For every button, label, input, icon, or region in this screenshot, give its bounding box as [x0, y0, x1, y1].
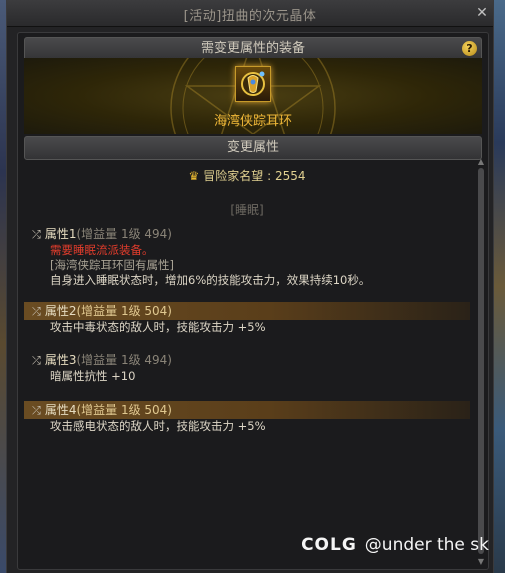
attribute-name: 属性1 [44, 227, 77, 241]
requirement-text: 需要睡眠流派装备。 [50, 243, 154, 257]
scroll-down-icon[interactable]: ▼ [477, 558, 485, 566]
shuffle-icon: ⤮ [32, 354, 41, 367]
shuffle-icon: ⤮ [32, 305, 41, 318]
attribute-block-2: ⤮ 属性2(增益量 1级 504) 攻击中毒状态的敌人时，技能攻击力 +5% [24, 302, 470, 335]
attribute-header-2[interactable]: ⤮ 属性2(增益量 1级 504) [24, 302, 470, 320]
colg-logo: COLG [301, 535, 357, 555]
equip-section-title: 需变更属性的装备 [200, 41, 305, 56]
attribute-block-3: ⤮ 属性3(增益量 1级 494) 暗属性抗性 +10 [24, 351, 470, 384]
attribute-header-4[interactable]: ⤮ 属性4(增益量 1级 504) [24, 401, 470, 419]
close-icon[interactable]: ✕ [475, 6, 489, 20]
change-section-header: 变更属性 [24, 136, 482, 160]
attribute-effect: 攻击中毒状态的敌人时，技能攻击力 +5% [50, 320, 266, 334]
help-icon[interactable]: ? [462, 41, 477, 56]
attribute-meta: (增益量 1级 504) [76, 304, 172, 318]
item-name: 海湾侠踪耳环 [213, 114, 292, 129]
watermark: COLG @under the sk [301, 535, 489, 555]
shuffle-icon: ⤮ [32, 404, 41, 417]
window-title: [活动]扭曲的次元晶体 [183, 9, 317, 24]
scroll-up-icon[interactable]: ▲ [477, 158, 485, 166]
attribute-meta: (增益量 1级 494) [76, 353, 172, 367]
scroll-thumb[interactable] [478, 168, 484, 554]
attribute-name: 属性2 [44, 304, 77, 318]
crystal-dialog: [活动]扭曲的次元晶体 ✕ 需变更属性的装备 ? 海湾侠踪耳环 变更属性 ♛ 冒… [6, 0, 494, 573]
fame-label: 冒险家名望 : 2554 [203, 169, 306, 183]
shuffle-icon: ⤮ [32, 228, 41, 241]
fame-icon: ♛ [188, 169, 200, 183]
attribute-effect: 自身进入睡眠状态时，增加6%的技能攻击力，效果持续10秒。 [50, 273, 371, 287]
attribute-block-4: ⤮ 属性4(增益量 1级 504) 攻击感电状态的敌人时，技能攻击力 +5% [24, 401, 470, 434]
attribute-effect: 暗属性抗性 +10 [50, 369, 136, 383]
earring-icon[interactable] [235, 66, 271, 102]
change-section-title: 变更属性 [226, 140, 279, 155]
attribute-list: ♛ 冒险家名望 : 2554 [睡眠] ⤮ 属性1(增益量 1级 494) 需要睡眠… [24, 161, 470, 561]
item-display-area: 海湾侠踪耳环 [24, 58, 482, 134]
attribute-header-3[interactable]: ⤮ 属性3(增益量 1级 494) [24, 351, 470, 369]
attribute-meta: (增益量 1级 504) [76, 403, 172, 417]
fixed-attribute-note: [海湾侠踪耳环固有属性] [50, 258, 174, 272]
attribute-name: 属性3 [44, 353, 77, 367]
scrollbar[interactable]: ▲ ▼ [477, 158, 485, 566]
fame-line: ♛ 冒险家名望 : 2554 [24, 167, 470, 184]
main-panel: 需变更属性的装备 ? 海湾侠踪耳环 变更属性 ♛ 冒险家名望: 2554 [睡… [17, 32, 489, 570]
attribute-meta: (增益量 1级 494) [76, 227, 172, 241]
titlebar[interactable]: [活动]扭曲的次元晶体 ✕ [7, 0, 493, 27]
watermark-handle: @under the sk [364, 535, 489, 555]
sleep-category-tag: [睡眠] [230, 203, 264, 217]
attribute-effect: 攻击感电状态的敌人时，技能攻击力 +5% [50, 419, 266, 433]
attribute-header-1[interactable]: ⤮ 属性1(增益量 1级 494) [24, 225, 470, 243]
attribute-block-1: ⤮ 属性1(增益量 1级 494) 需要睡眠流派装备。 [海湾侠踪耳环固有属性] … [24, 225, 470, 288]
attribute-name: 属性4 [44, 403, 77, 417]
